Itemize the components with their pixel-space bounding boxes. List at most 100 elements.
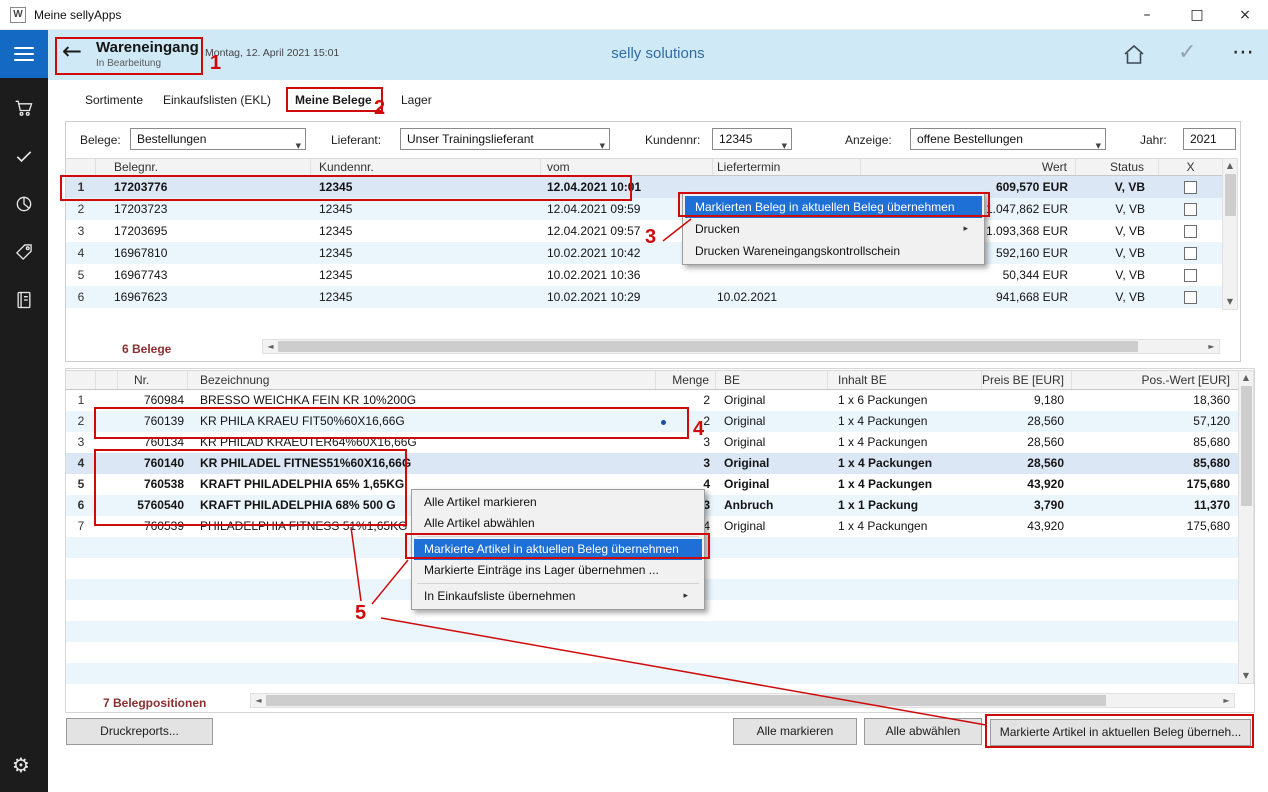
cell-preis-be: 43,920 [982,474,1072,495]
scrollbar-thumb[interactable] [1225,174,1236,216]
col-wert[interactable]: Wert [861,159,1076,175]
col-liefertermin[interactable]: Liefertermin [713,159,861,175]
menu-item-alle-markieren[interactable]: Alle Artikel markieren [414,492,702,513]
tab-lager[interactable]: Lager [401,93,432,107]
pie-chart-icon[interactable] [14,194,34,214]
col-nr[interactable]: Nr. [118,371,188,389]
col-rownum[interactable] [66,371,96,389]
tab-sortimente[interactable]: Sortimente [85,93,143,107]
col-x[interactable]: X [1159,159,1222,175]
scroll-right-icon[interactable]: ► [1204,340,1219,353]
minimize-button[interactable]: – [1124,0,1170,30]
row-checkbox[interactable] [1184,181,1197,194]
col-status[interactable]: Status [1076,159,1159,175]
cart-icon[interactable] [14,98,34,118]
scrollbar-thumb[interactable] [1241,386,1252,506]
scroll-down-icon[interactable]: ▼ [1223,295,1237,309]
cell-nr: 760539 [118,516,188,537]
row-number [66,579,96,600]
scroll-left-icon[interactable]: ◄ [263,340,278,353]
kundennr-label: Kundennr: [645,133,700,147]
row-marker [96,495,118,516]
cell-menge: 2 [656,390,716,411]
home-icon[interactable] [1122,43,1146,67]
scrollbar-thumb[interactable] [278,341,1138,352]
order-row[interactable]: 1172037761234512.04.2021 10:01609,570 EU… [66,176,1222,198]
col-vom[interactable]: vom [541,159,713,175]
page-header: ← Wareneingang In Bearbeitung Montag, 12… [48,30,1268,80]
row-checkbox[interactable] [1184,247,1197,260]
cell-bezeichnung [188,621,656,642]
menu-item-alle-abwaehlen[interactable]: Alle Artikel abwählen [414,513,702,534]
cell-preis-be: 3,790 [982,495,1072,516]
scroll-up-icon[interactable]: ▲ [1239,371,1253,385]
menu-item-drucken-kontrollschein[interactable]: Drucken Wareneingangskontrollschein [685,240,982,262]
journal-icon[interactable] [14,290,34,310]
confirm-check-icon[interactable]: ✓ [1178,40,1196,65]
positions-horizontal-scrollbar[interactable]: ◄ ► [250,693,1235,708]
tab-meine-belege[interactable]: Meine Belege [295,93,372,107]
row-checkbox[interactable] [1184,203,1197,216]
cell-select [1159,242,1222,264]
submenu-arrow-icon: ▸ [963,218,968,240]
scroll-right-icon[interactable]: ► [1219,694,1234,707]
position-row[interactable]: 3760134KR PHILAD KRAEUTER64%60X16,66G3Or… [66,432,1238,453]
scroll-left-icon[interactable]: ◄ [251,694,266,707]
orders-vertical-scrollbar[interactable]: ▲ ▼ [1222,158,1238,310]
tab-einkaufslisten[interactable]: Einkaufslisten (EKL) [163,93,271,107]
col-rownum[interactable] [66,159,96,175]
anzeige-select[interactable]: offene Bestellungen▼ [910,128,1106,150]
position-row[interactable]: 4760140KR PHILADEL FITNES51%60X16,66G3Or… [66,453,1238,474]
cell-inhalt-be: 1 x 4 Packungen [828,411,982,432]
col-be[interactable]: BE [716,371,828,389]
belege-select[interactable]: Bestellungen▼ [130,128,306,150]
alle-abwaehlen-button[interactable]: Alle abwählen [864,718,982,745]
more-options-icon[interactable]: ⋯ [1232,40,1254,65]
cell-pos-wert: 175,680 [1072,516,1238,537]
order-row[interactable]: 2172037231234512.04.2021 09:591.047,862 … [66,198,1222,220]
row-checkbox[interactable] [1184,291,1197,304]
scrollbar-thumb[interactable] [266,695,1106,706]
positions-vertical-scrollbar[interactable]: ▲ ▼ [1238,370,1254,684]
menu-item-artikel-uebernehmen[interactable]: Markierte Artikel in aktuellen Beleg übe… [414,539,702,560]
maximize-button[interactable]: □ [1174,0,1220,30]
uebernehmen-button[interactable]: Markierte Artikel in aktuellen Beleg übe… [990,719,1251,746]
order-row[interactable]: 5169677431234510.02.2021 10:3650,344 EUR… [66,264,1222,286]
col-bezeichnung[interactable]: Bezeichnung [188,371,656,389]
position-row[interactable]: 2760139KR PHILA KRAEU FIT50%60X16,66G2Or… [66,411,1238,432]
scroll-up-icon[interactable]: ▲ [1223,159,1237,173]
menu-item-beleg-uebernehmen[interactable]: Markierten Beleg in aktuellen Beleg über… [685,196,982,218]
orders-horizontal-scrollbar[interactable]: ◄ ► [262,339,1220,354]
druckreports-button[interactable]: Druckreports... [66,718,213,745]
alle-markieren-button[interactable]: Alle markieren [733,718,857,745]
col-preis-be[interactable]: Preis BE [EUR] [982,371,1072,389]
col-pos-wert[interactable]: Pos.-Wert [EUR] [1072,371,1238,389]
close-button[interactable]: × [1222,0,1268,30]
col-kundennr[interactable]: Kundennr. [311,159,541,175]
col-belegnr[interactable]: Belegnr. [96,159,311,175]
menu-item-drucken[interactable]: Drucken ▸ [685,218,982,240]
scroll-down-icon[interactable]: ▼ [1239,669,1253,683]
order-row[interactable]: 4169678101234510.02.2021 10:42592,160 EU… [66,242,1222,264]
anzeige-value: offene Bestellungen [917,132,1023,146]
col-menge[interactable]: Menge [656,371,716,389]
col-marker[interactable] [96,371,118,389]
cell-preis-be: 9,180 [982,390,1072,411]
kundennr-select[interactable]: 12345▼ [712,128,792,150]
position-row[interactable]: 1760984BRESSO WEICHKA FEIN KR 10%200G2Or… [66,390,1238,411]
order-row[interactable]: 6169676231234510.02.2021 10:2910.02.2021… [66,286,1222,308]
row-checkbox[interactable] [1184,269,1197,282]
row-checkbox[interactable] [1184,225,1197,238]
order-row[interactable]: 3172036951234512.04.2021 09:571.093,368 … [66,220,1222,242]
lieferant-select[interactable]: Unser Trainingslieferant▼ [400,128,610,150]
check-icon[interactable] [14,146,34,166]
row-marker [96,600,118,621]
menu-item-ins-lager[interactable]: Markierte Einträge ins Lager übernehmen … [414,560,702,581]
menu-item-einkaufsliste[interactable]: In Einkaufsliste übernehmen ▸ [414,586,702,607]
col-inhalt-be[interactable]: Inhalt BE [828,371,982,389]
hamburger-menu-button[interactable] [0,30,48,78]
price-tag-icon[interactable] [14,242,34,262]
settings-gear-icon[interactable]: ⚙ [12,753,30,777]
jahr-input[interactable]: 2021 [1183,128,1236,150]
cell-inhalt-be: 1 x 4 Packungen [828,474,982,495]
